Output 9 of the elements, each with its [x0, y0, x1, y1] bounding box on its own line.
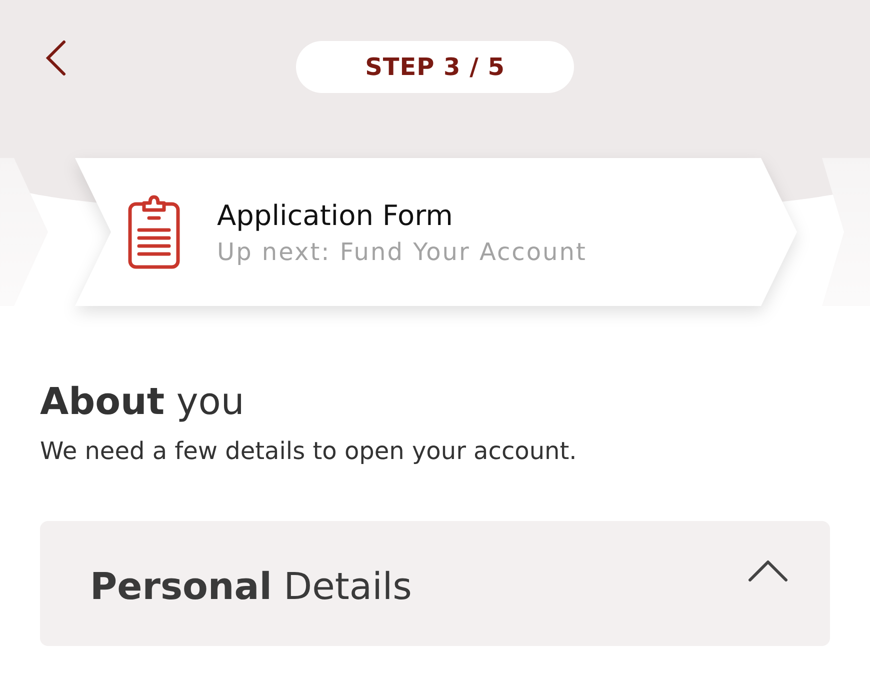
banner-subtitle: Up next: Fund Your Account: [217, 238, 587, 266]
back-icon: [44, 39, 68, 77]
clipboard-icon: [127, 194, 181, 270]
accordion-header[interactable]: Personal Details: [40, 521, 830, 646]
section-heading: About you: [40, 380, 246, 423]
section-description: We need a few details to open your account.: [40, 437, 578, 465]
chevron-up-icon: [748, 559, 788, 583]
banner-title: Application Form: [217, 198, 454, 232]
step-indicator: STEP 3 / 5: [296, 41, 574, 93]
